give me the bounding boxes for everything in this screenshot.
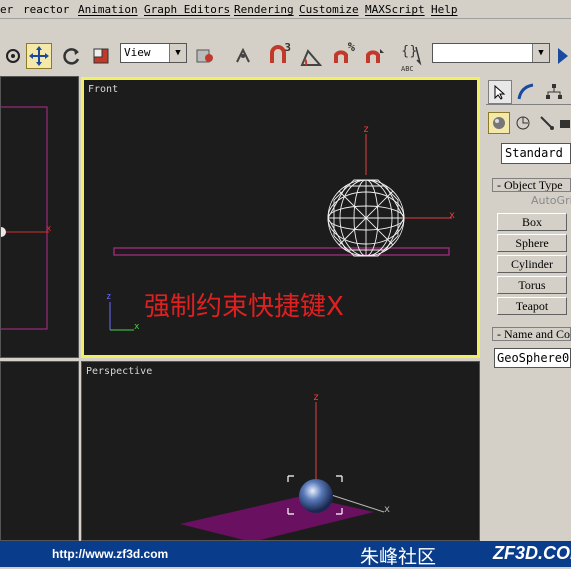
- gizmo-x-label: x: [449, 210, 456, 221]
- front-viewport[interactable]: Front z x z x 强制约束快捷键X: [81, 77, 480, 358]
- svg-text:{}: {}: [401, 44, 418, 59]
- left-viewport[interactable]: [0, 361, 79, 541]
- menu-item-maxscript[interactable]: MAXScript: [365, 3, 425, 16]
- menu-item-help[interactable]: Help: [431, 3, 458, 16]
- reference-coord-dropdown[interactable]: View ▼: [120, 43, 187, 63]
- named-selection-dropdown[interactable]: ▼: [432, 43, 550, 63]
- spinner-snap-icon[interactable]: [362, 43, 388, 69]
- category-dropdown[interactable]: Standard Primitives: [501, 143, 571, 164]
- geosphere-wireframe: [327, 179, 405, 257]
- modify-tab-icon[interactable]: [514, 80, 538, 104]
- shortcut-overlay-text: 强制约束快捷键X: [144, 292, 344, 322]
- object-name-value: GeoSphere01: [497, 351, 571, 365]
- pivot-center-icon[interactable]: [192, 43, 218, 69]
- select-by-name-icon[interactable]: [0, 43, 26, 69]
- perspective-viewport[interactable]: Perspective z x: [81, 361, 480, 541]
- persp-x-label: x: [384, 504, 391, 515]
- command-panel: Standard Primitives - Object Type AutoGr…: [484, 76, 571, 541]
- watermark-url: http://www.zf3d.com: [52, 547, 169, 561]
- teapot-button[interactable]: Teapot: [497, 297, 567, 315]
- reference-coord-value: View: [124, 46, 151, 59]
- menu-item-reactor[interactable]: reactor: [23, 3, 69, 16]
- mirror-icon[interactable]: [555, 43, 571, 69]
- snap-3-label: 3: [284, 41, 291, 54]
- chevron-down-icon[interactable]: ▼: [532, 44, 549, 62]
- abc-label: ABC: [401, 65, 414, 73]
- chevron-down-icon[interactable]: ▼: [169, 44, 186, 62]
- create-tab-icon[interactable]: [488, 80, 512, 104]
- perspective-viewport-canvas: [180, 402, 385, 540]
- menu-item-partial[interactable]: er: [0, 3, 13, 16]
- select-and-rotate-icon[interactable]: [58, 43, 84, 69]
- shapes-icon[interactable]: [512, 112, 534, 134]
- autogrid-checkbox[interactable]: AutoGrid: [531, 194, 571, 207]
- select-and-scale-icon[interactable]: [88, 43, 114, 69]
- menu-item-customize[interactable]: Customize: [299, 3, 359, 16]
- object-type-rollout-title: - Object Type: [497, 178, 563, 192]
- menu-item-animation[interactable]: Animation: [78, 3, 138, 16]
- menu-item-rendering[interactable]: Rendering: [234, 3, 294, 16]
- percent-snap-label: %: [347, 40, 355, 54]
- angle-snap-icon[interactable]: [298, 43, 324, 69]
- plane-wireframe: [113, 247, 450, 256]
- snap-toggle-icon[interactable]: 3: [266, 41, 292, 69]
- command-panel-tabs: [486, 80, 571, 105]
- top-viewport-canvas: [1, 106, 49, 330]
- edit-named-selection-icon[interactable]: {} ABC: [398, 39, 428, 73]
- menu-bar: er reactor Animation Graph Editors Rende…: [0, 0, 571, 19]
- tripod-x-label: x: [134, 322, 140, 332]
- object-name-field[interactable]: GeoSphere01: [494, 348, 571, 368]
- autogrid-label: AutoGrid: [531, 194, 571, 207]
- cameras-icon[interactable]: [558, 112, 571, 134]
- select-and-move-icon[interactable]: [26, 43, 52, 69]
- cylinder-button[interactable]: Cylinder: [497, 255, 567, 273]
- category-dropdown-value: Standard Primitives: [505, 146, 570, 160]
- watermark-brand: 朱峰社区: [360, 546, 437, 568]
- geosphere-shaded: [299, 479, 333, 513]
- watermark-site: ZF3D.COM: [493, 543, 571, 563]
- select-and-manipulate-icon[interactable]: [230, 43, 256, 69]
- top-viewport[interactable]: x: [0, 76, 79, 358]
- sphere-button[interactable]: Sphere: [497, 234, 567, 252]
- lights-icon[interactable]: [536, 112, 558, 134]
- percent-snap-icon[interactable]: %: [330, 40, 356, 69]
- box-button[interactable]: Box: [497, 213, 567, 231]
- tripod-z-label: z: [106, 292, 112, 302]
- torus-button[interactable]: Torus: [497, 276, 567, 294]
- geometry-icon[interactable]: [488, 112, 510, 134]
- plane-shaded: [180, 496, 374, 540]
- main-toolbar: View ▼ 3 % {} ABC ▼: [0, 19, 571, 74]
- name-color-rollout-header[interactable]: - Name and Color: [492, 327, 571, 341]
- persp-z-label: z: [313, 392, 320, 403]
- gizmo-z-label: z: [363, 124, 370, 135]
- menu-item-graph-editors[interactable]: Graph Editors: [144, 3, 230, 16]
- hierarchy-tab-icon[interactable]: [542, 80, 566, 104]
- axis-x-label: x: [46, 224, 52, 234]
- name-color-rollout-title: - Name and Color: [497, 327, 570, 341]
- object-type-rollout-header[interactable]: - Object Type: [492, 178, 571, 192]
